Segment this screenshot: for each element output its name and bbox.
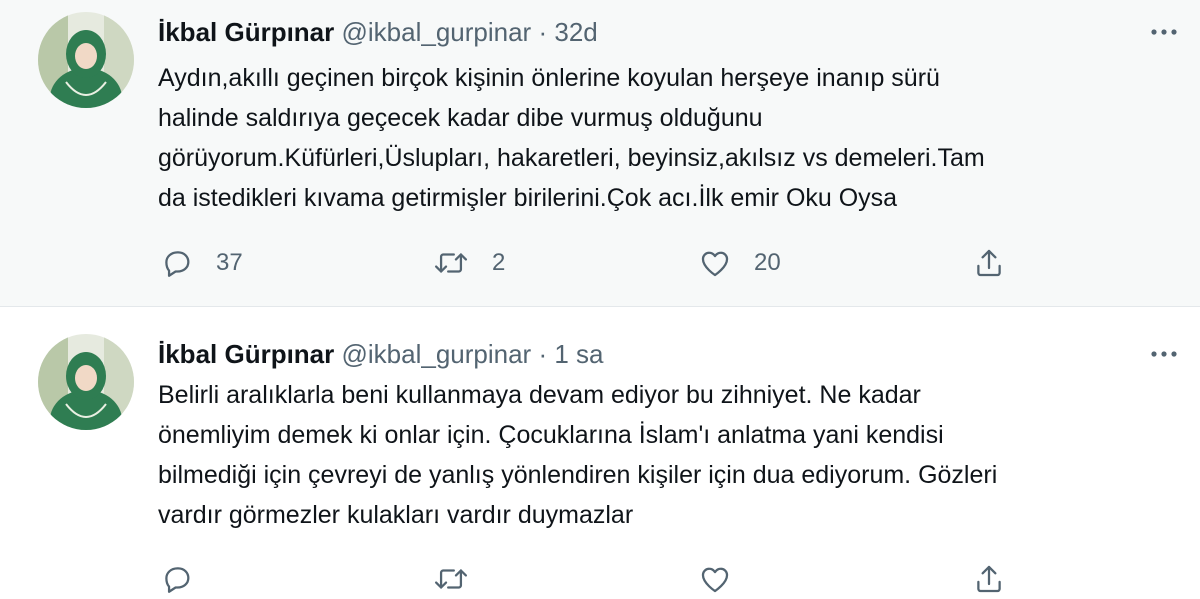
share-icon [977,249,1001,277]
reply-icon [165,251,190,277]
tweet-header: İkbal Gürpınar @ikbal_gurpinar · 32d [158,15,598,49]
reply-button[interactable] [160,559,194,599]
like-count: 20 [754,249,781,276]
tweet-text-line: vardır görmezler kulakları vardır duymaz… [158,501,634,529]
separator: · [538,339,548,369]
separator: · [538,17,548,47]
tweet-text: Belirli aralıklarla beni kullanmaya deva… [158,375,1168,535]
author-handle[interactable]: @ikbal_gurpinar [342,339,532,369]
retweet-button[interactable] [432,559,470,599]
tweet-text-line: önemliyim demek ki onlar için. Çocukları… [158,421,944,449]
timestamp[interactable]: 1 sa [554,339,603,369]
tweet-text: Aydın,akıllı geçinen birçok kişinin önle… [158,58,1168,218]
tweet-text-line: görüyorum.Küfürleri,Üslupları, hakaretle… [158,144,985,172]
share-button[interactable] [972,559,1006,599]
like-button[interactable]: 20 [698,243,781,283]
reply-icon [165,567,190,593]
tweet[interactable]: İkbal Gürpınar @ikbal_gurpinar · 1 sa Be… [0,307,1200,593]
tweet-header: İkbal Gürpınar @ikbal_gurpinar · 1 sa [158,337,604,371]
share-icon [977,565,1001,593]
reply-count: 37 [216,249,243,276]
avatar[interactable] [38,12,134,108]
like-button[interactable] [698,559,732,599]
tweet-actions: 37 2 20 [160,243,1020,283]
author-name[interactable]: İkbal Gürpınar [158,17,334,47]
author-handle[interactable]: @ikbal_gurpinar [342,17,532,47]
heart-icon [701,251,729,277]
tweet-actions [160,559,1020,599]
avatar[interactable] [38,334,134,430]
tweet[interactable]: İkbal Gürpınar @ikbal_gurpinar · 32d Ayd… [0,0,1200,306]
timestamp[interactable]: 32d [554,17,597,47]
tweet-text-line: da istedikleri kıvama getirmişler birile… [158,184,898,212]
tweet-text-line: Aydın,akıllı geçinen birçok kişinin önle… [158,64,940,92]
more-button[interactable] [1144,337,1184,371]
author-name[interactable]: İkbal Gürpınar [158,339,334,369]
more-horizontal-icon [1151,29,1177,35]
heart-icon [701,567,729,593]
reply-button[interactable]: 37 [160,243,243,283]
more-horizontal-icon [1151,351,1177,357]
share-button[interactable] [972,243,1006,283]
retweet-count: 2 [492,249,506,276]
tweet-text-line: bilmediği için çevreyi de yanlış yönlend… [158,461,998,489]
tweet-text-line: halinde saldırıya geçecek kadar dibe vur… [158,104,763,132]
more-button[interactable] [1144,15,1184,49]
retweet-icon [434,253,468,273]
tweet-text-line: Belirli aralıklarla beni kullanmaya deva… [158,381,921,409]
retweet-button[interactable]: 2 [432,243,505,283]
retweet-icon [434,569,468,589]
